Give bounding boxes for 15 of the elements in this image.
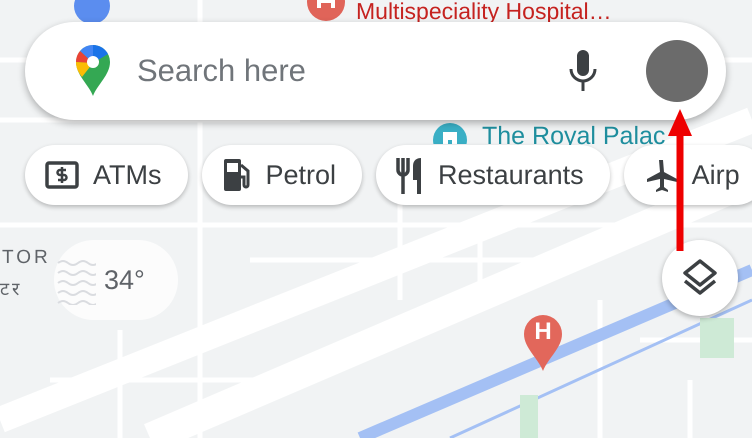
search-bar[interactable]: Search here (25, 22, 726, 120)
search-field[interactable]: Search here (127, 48, 568, 94)
park-area (700, 318, 734, 358)
fuel-pump-icon (222, 157, 252, 193)
temperature: 34° (104, 264, 145, 297)
category-chip[interactable]: Petrol (202, 145, 362, 205)
atm-icon (45, 161, 79, 189)
category-chip[interactable]: Restaurants (376, 145, 610, 205)
hospital-name: Multispeciality Hospital… (356, 0, 612, 23)
area-name: टर (0, 280, 22, 298)
microphone-icon[interactable] (568, 49, 598, 93)
maps-logo-icon (75, 45, 111, 97)
area-name: TOR (2, 248, 51, 267)
park-area (520, 395, 538, 438)
category-chip[interactable]: ATMs (25, 145, 188, 205)
